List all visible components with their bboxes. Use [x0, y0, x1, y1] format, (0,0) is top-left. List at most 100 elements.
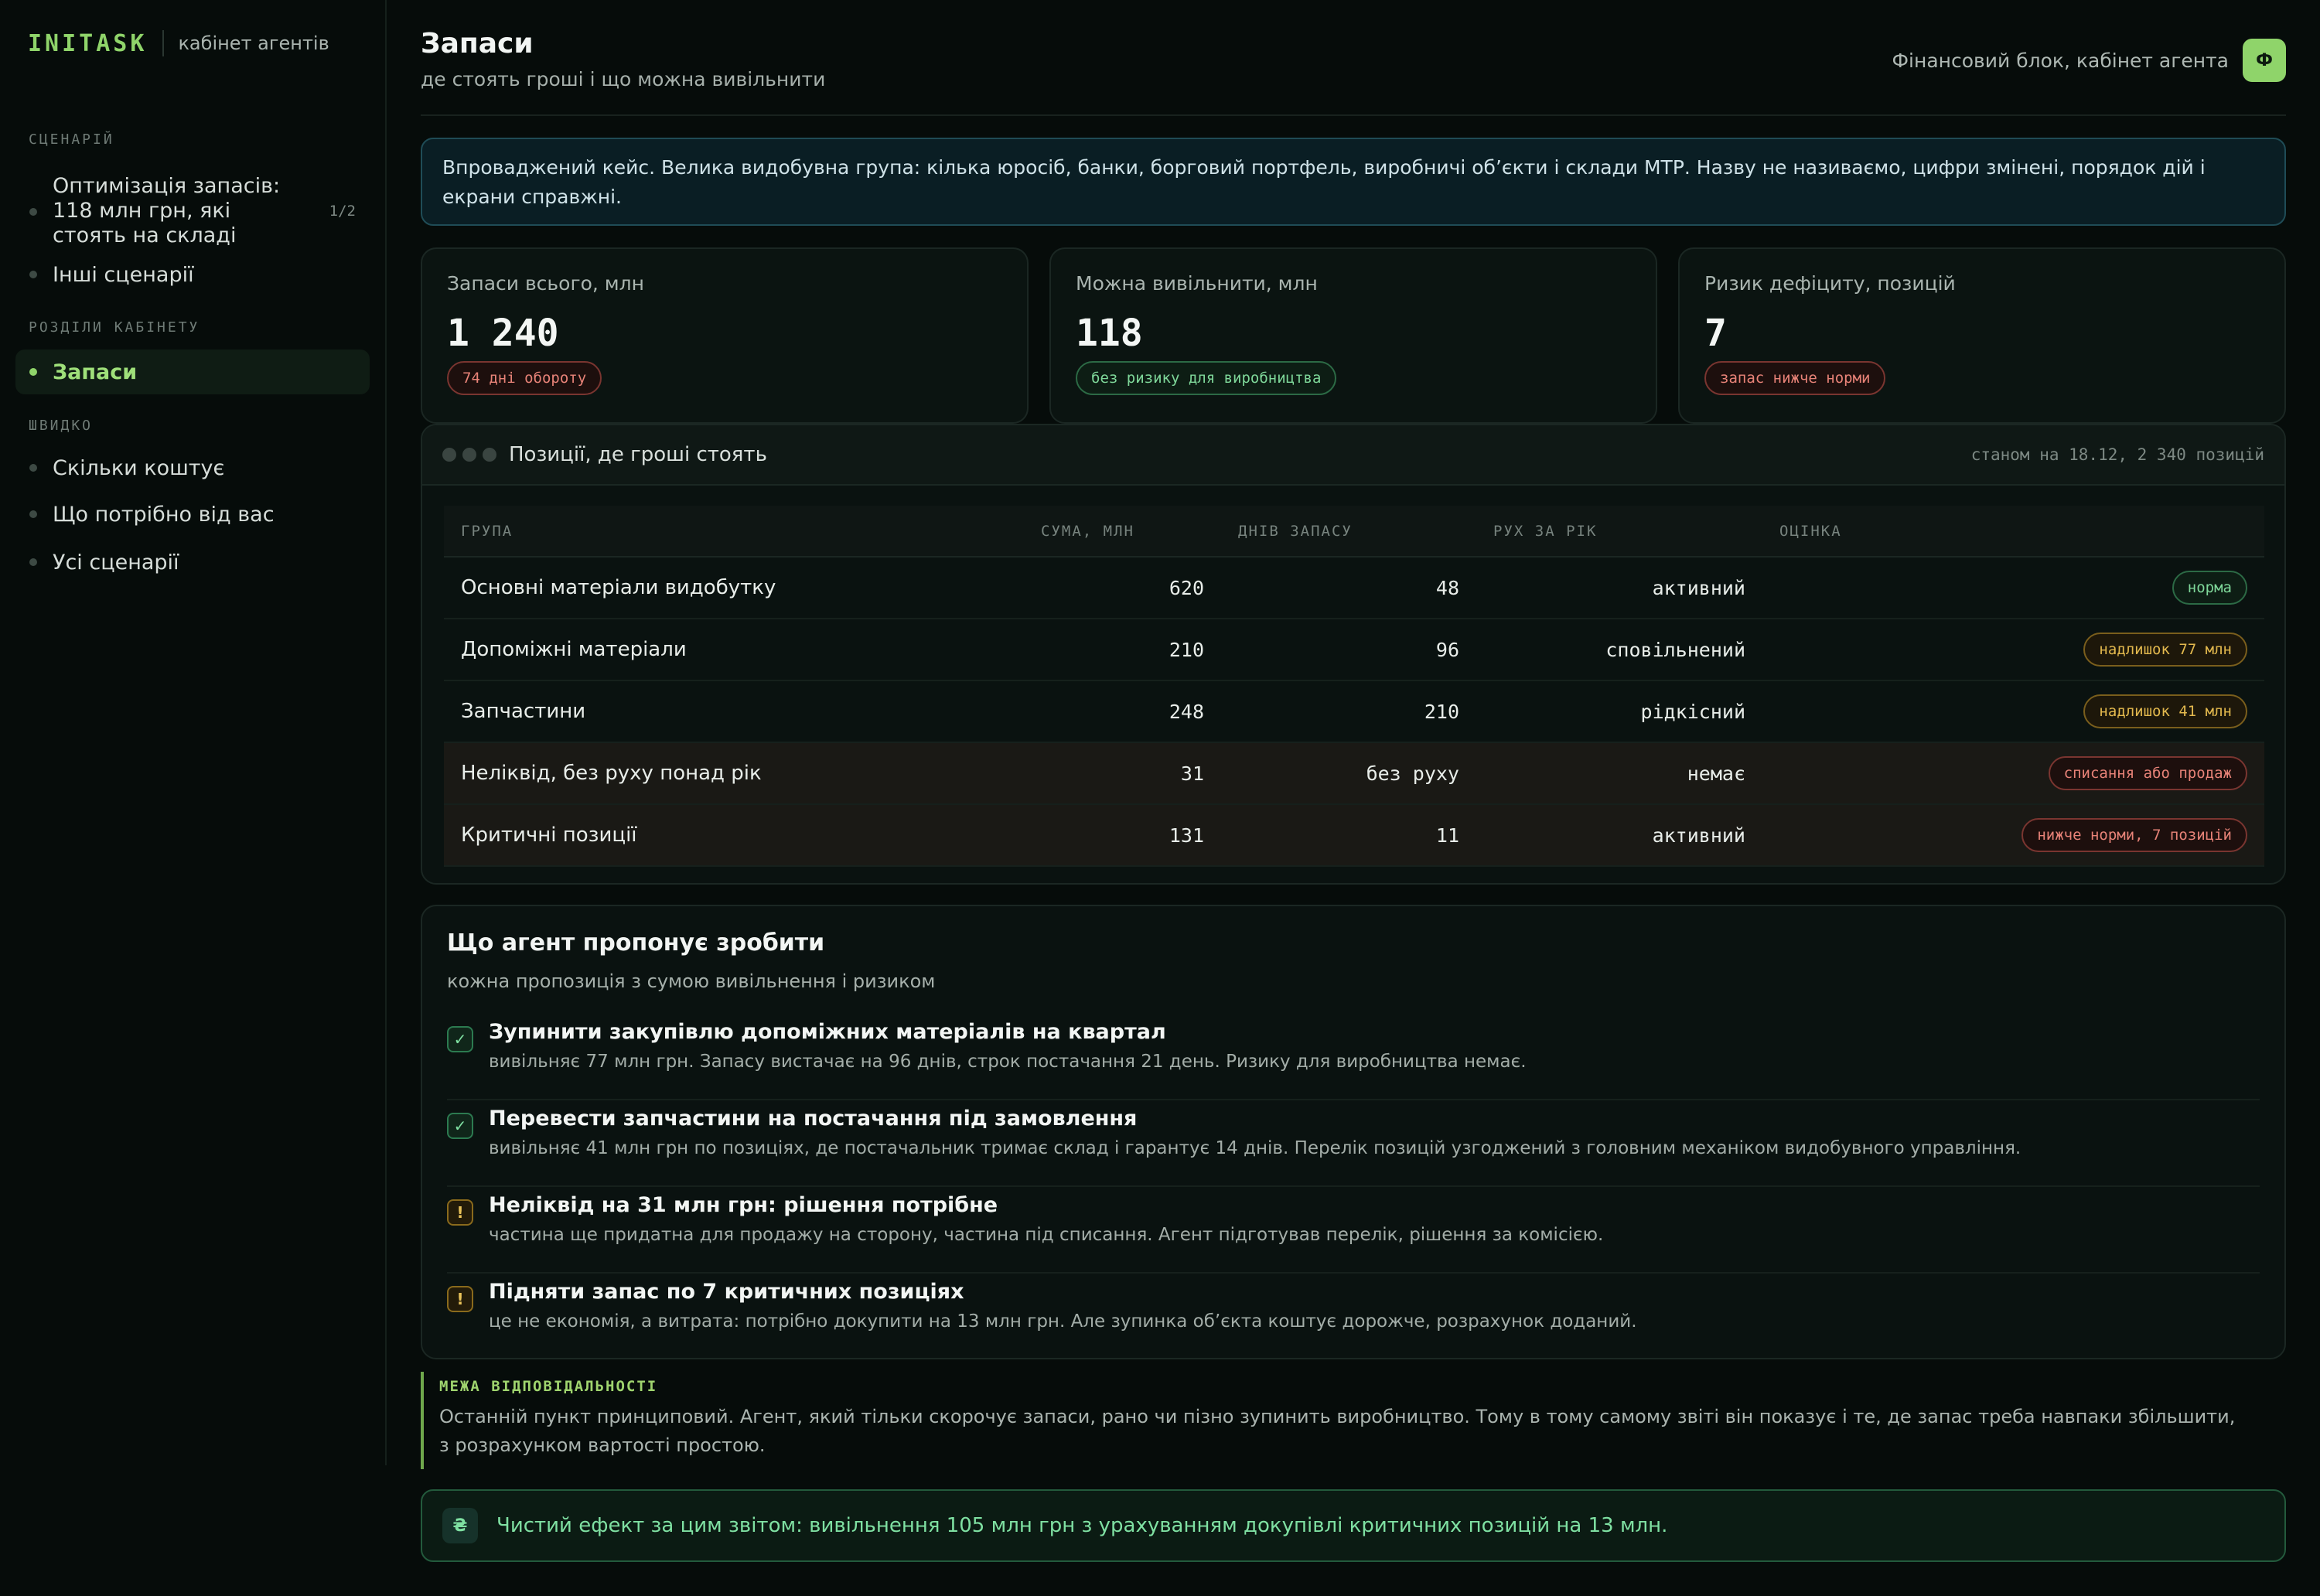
cell-group: Основні матеріали видобутку	[444, 557, 1024, 619]
responsibility-note: МЕЖА ВІДПОВІДАЛЬНОСТІ Останній пункт при…	[421, 1372, 2286, 1469]
table-row[interactable]: Допоміжні матеріали 210 96 сповільнений …	[444, 619, 2264, 681]
cell-days: 48	[1221, 557, 1476, 619]
cell-movement: активний	[1476, 557, 1762, 619]
bullet-icon	[29, 464, 37, 472]
table-row[interactable]: Основні матеріали видобутку 620 48 актив…	[444, 557, 2264, 619]
table-row[interactable]: Неліквід, без руху понад рік 31 без руху…	[444, 742, 2264, 805]
proposal-title: Зупинити закупівлю допоміжних матеріалів…	[489, 1020, 1166, 1044]
panel-meta: станом на 18.12, 2 340 позицій	[1970, 445, 2264, 464]
check-icon: ✓	[447, 1026, 473, 1052]
brand-subtitle: кабінет агентів	[178, 32, 329, 54]
proposals-subtitle: кожна пропозиція з сумою вивільнення і р…	[447, 970, 936, 992]
cell-sum: 620	[1024, 557, 1221, 619]
brand[interactable]: INITASK кабінет агентів	[28, 29, 370, 57]
column-header-days[interactable]: ДНІВ ЗАПАСУ	[1221, 506, 1476, 558]
bullet-icon	[29, 271, 37, 278]
page-subtitle: де стоять гроші і що можна вивільнити	[421, 68, 826, 90]
scenario-counter: 1/2	[329, 203, 356, 220]
bullet-icon	[29, 510, 37, 518]
sidebar-section-quick: ШВИДКО	[29, 418, 94, 434]
cell-sum: 31	[1024, 742, 1221, 805]
sidebar-item-label: Що потрібно від вас	[53, 502, 275, 527]
cell-days: 11	[1221, 804, 1476, 867]
proposal-item[interactable]: ✓ Перевести запчастини на постачання під…	[447, 1107, 2260, 1187]
positions-table: ГРУПА СУМА, МЛН ДНІВ ЗАПАСУ РУХ ЗА РІК О…	[444, 506, 2264, 867]
proposal-item[interactable]: ✓ Зупинити закупівлю допоміжних матеріал…	[447, 1020, 2260, 1100]
table-header-row: ГРУПА СУМА, МЛН ДНІВ ЗАПАСУ РУХ ЗА РІК О…	[444, 506, 2264, 558]
sidebar-item-inventory[interactable]: Запаси	[15, 350, 370, 394]
proposal-item[interactable]: ! Підняти запас по 7 критичних позиціях …	[447, 1280, 2260, 1360]
agent-proposals: Що агент пропонує зробити кожна пропозиц…	[421, 905, 2286, 1359]
page-title: Запаси	[421, 28, 534, 60]
stat-label: Можна вивільнити, млн	[1076, 272, 1318, 295]
stat-card-total: Запаси всього, млн 1 240 74 дні обороту	[421, 247, 1029, 424]
cell-rating: надлишок 41 млн	[1762, 680, 2264, 743]
window-dots-icon	[442, 448, 496, 462]
status-badge: надлишок 41 млн	[2083, 694, 2247, 728]
proposal-title: Неліквід на 31 млн грн: рішення потрібне	[489, 1193, 998, 1217]
brand-logo: INITASK	[28, 29, 148, 57]
hryvnia-icon: ₴	[442, 1508, 478, 1543]
table-row[interactable]: Запчастини 248 210 рідкісний надлишок 41…	[444, 680, 2264, 743]
cell-rating: списання або продаж	[1762, 742, 2264, 805]
sidebar-section-cabinet: РОЗДІЛИ КАБІНЕТУ	[29, 319, 200, 336]
panel-title: Позиції, де гроші стоять	[509, 443, 767, 466]
proposal-title: Перевести запчастини на постачання під з…	[489, 1107, 1138, 1130]
proposal-description: це не економія, а витрата: потрібно доку…	[489, 1311, 1637, 1332]
stat-label: Запаси всього, млн	[447, 272, 644, 295]
column-header-movement[interactable]: РУХ ЗА РІК	[1476, 506, 1762, 558]
cell-sum: 210	[1024, 619, 1221, 681]
cell-rating: надлишок 77 млн	[1762, 619, 2264, 681]
warning-icon: !	[447, 1199, 473, 1226]
brand-divider	[162, 30, 165, 56]
proposal-description: вивільняє 41 млн грн по позиціях, де пос…	[489, 1138, 2021, 1158]
cell-movement: немає	[1476, 742, 1762, 805]
column-header-sum[interactable]: СУМА, МЛН	[1024, 506, 1221, 558]
cell-movement: сповільнений	[1476, 619, 1762, 681]
status-badge: нижче норми, 7 позицій	[2021, 818, 2247, 852]
column-header-rating[interactable]: ОЦІНКА	[1762, 506, 2264, 558]
sidebar-item-scenario-inventory[interactable]: Оптимізація запасів: 118 млн грн, які ст…	[15, 172, 370, 250]
bullet-icon	[29, 558, 37, 566]
cell-group: Допоміжні матеріали	[444, 619, 1024, 681]
main-content: Запаси де стоять гроші і що можна вивіль…	[421, 0, 2286, 1562]
cell-sum: 131	[1024, 804, 1221, 867]
proposal-list: ✓ Зупинити закупівлю допоміжних матеріал…	[447, 1020, 2260, 1360]
cell-group: Критичні позиції	[444, 804, 1024, 867]
sidebar-item-label: Інші сценарії	[53, 262, 194, 287]
proposal-item[interactable]: ! Неліквід на 31 млн грн: рішення потріб…	[447, 1193, 2260, 1274]
sidebar-item-all-scenarios[interactable]: Усі сценарії	[15, 547, 370, 578]
status-badge: запас нижче норми	[1704, 361, 1886, 395]
sidebar-item-other-scenarios[interactable]: Інші сценарії	[15, 259, 370, 290]
stat-value: 118	[1076, 312, 1143, 355]
stat-card-shortage-risk: Ризик дефіциту, позицій 7 запас нижче но…	[1678, 247, 2286, 424]
table-row[interactable]: Критичні позиції 131 11 активний нижче н…	[444, 804, 2264, 867]
net-effect-banner: ₴ Чистий ефект за цим звітом: вивільненн…	[421, 1489, 2286, 1562]
column-header-group[interactable]: ГРУПА	[444, 506, 1024, 558]
proposal-description: вивільняє 77 млн грн. Запасу вистачає на…	[489, 1052, 1527, 1072]
net-effect-text: Чистий ефект за цим звітом: вивільнення …	[496, 1514, 1668, 1537]
stat-card-releasable: Можна вивільнити, млн 118 без ризику для…	[1049, 247, 1657, 424]
positions-panel: Позиції, де гроші стоять станом на 18.12…	[421, 424, 2286, 885]
cell-days: 96	[1221, 619, 1476, 681]
cell-days: 210	[1221, 680, 1476, 743]
bullet-icon	[29, 208, 37, 216]
cell-group: Запчастини	[444, 680, 1024, 743]
sidebar-item-cost[interactable]: Скільки коштує	[15, 452, 370, 483]
cell-movement: рідкісний	[1476, 680, 1762, 743]
status-badge: надлишок 77 млн	[2083, 633, 2247, 667]
cell-days: без руху	[1221, 742, 1476, 805]
stat-value: 7	[1704, 312, 1727, 355]
responsibility-text: Останній пункт принциповий. Агент, який …	[439, 1406, 2236, 1456]
stat-label: Ризик дефіциту, позицій	[1704, 272, 1956, 295]
responsibility-title: МЕЖА ВІДПОВІДАЛЬНОСТІ	[439, 1378, 658, 1395]
sidebar: INITASK кабінет агентів СЦЕНАРІЙ Оптиміз…	[0, 0, 387, 1465]
sidebar-item-requirements[interactable]: Що потрібно від вас	[15, 499, 370, 530]
sidebar-item-label: Скільки коштує	[53, 455, 225, 480]
account-menu[interactable]: Фінансовий блок, кабінет агента Ф	[1892, 39, 2286, 82]
sidebar-item-label: Усі сценарії	[53, 550, 179, 575]
warning-icon: !	[447, 1286, 473, 1312]
avatar[interactable]: Ф	[2243, 39, 2286, 82]
cell-movement: активний	[1476, 804, 1762, 867]
sidebar-section-scenarios: СЦЕНАРІЙ	[29, 131, 114, 148]
